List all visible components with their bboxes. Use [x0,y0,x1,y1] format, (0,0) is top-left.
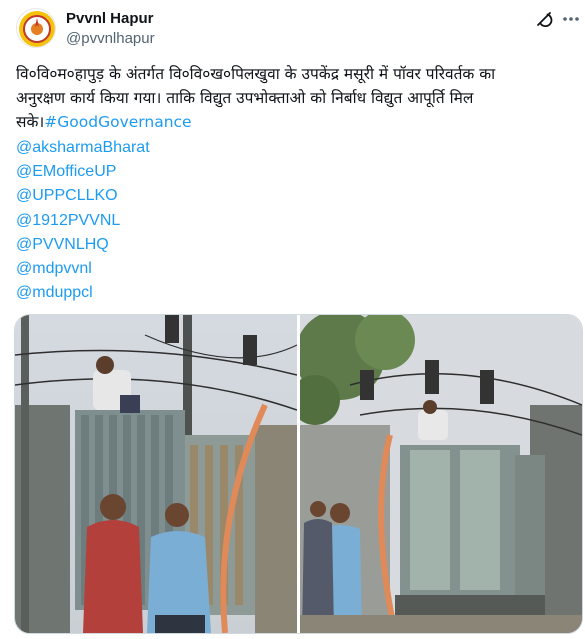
tweet-text-line: सके।#GoodGovernance [16,110,576,134]
mention-link[interactable]: @aksharmaBharat [16,136,150,160]
mention-link[interactable]: @PVVNLHQ [16,233,150,257]
mention-link[interactable]: @UPPCLLKO [16,184,150,208]
hashtag-link[interactable]: #GoodGovernance [44,113,191,131]
mention-link[interactable]: @mdpvvnl [16,257,150,281]
tweet-text: वि०वि०म०हापुड़ के अंतर्गत वि०वि०ख०पिलखुव… [16,62,576,134]
tweet-text-fragment: सके। [16,113,45,131]
transformer-maintenance-photo-1[interactable] [15,315,297,633]
tweet-card[interactable]: Pvvnl Hapur @pvvnlhapur वि०वि०म०हापुड़ क… [0,0,585,639]
author-name[interactable]: Pvvnl Hapur [66,9,154,29]
mentions-list: @aksharmaBharat @EMofficeUP @UPPCLLKO @1… [16,136,150,305]
author-avatar[interactable] [16,8,56,48]
mention-link[interactable]: @mduppcl [16,281,150,305]
tweet-text-line: वि०वि०म०हापुड़ के अंतर्गत वि०वि०ख०पिलखुव… [16,65,496,83]
transformer-maintenance-photo-2[interactable] [300,315,582,633]
author-handle[interactable]: @pvvnlhapur [66,29,155,49]
more-dots-icon[interactable] [561,8,581,30]
pvvnl-logo-icon [19,11,55,47]
mention-link[interactable]: @1912PVVNL [16,209,150,233]
tweet-text-line: अनुरक्षण कार्य किया गया। ताकि विद्युत उप… [16,89,474,107]
grok-icon[interactable] [533,8,555,30]
media-grid [14,314,583,634]
mention-link[interactable]: @EMofficeUP [16,160,150,184]
